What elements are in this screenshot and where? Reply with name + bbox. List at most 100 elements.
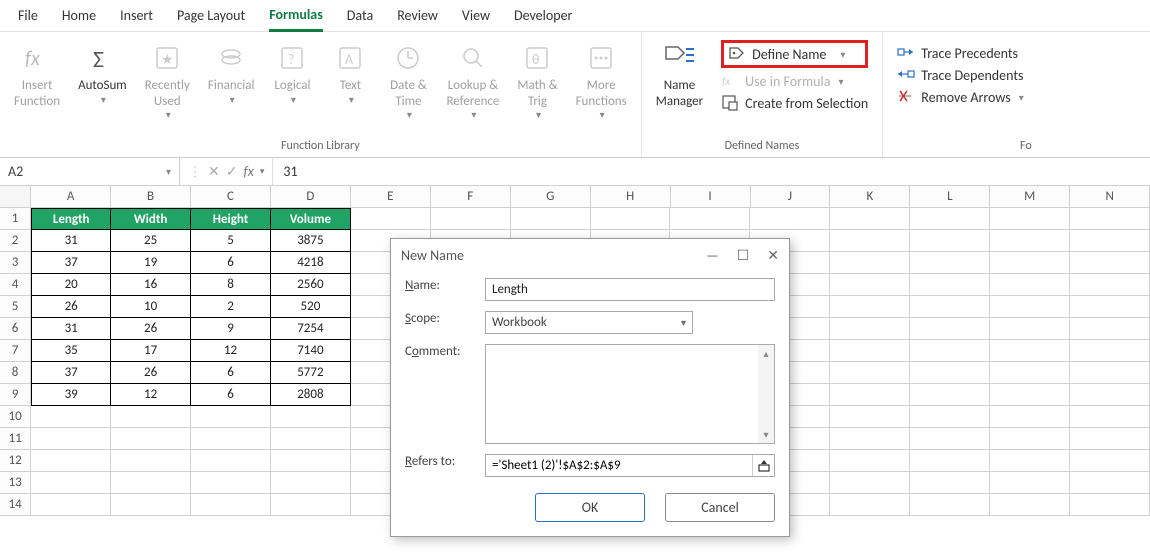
row-header[interactable]: 3 — [0, 252, 31, 274]
create-from-selection-button[interactable]: Create from Selection — [721, 94, 868, 112]
cell[interactable] — [1070, 252, 1150, 274]
cell[interactable] — [910, 296, 990, 318]
cell[interactable] — [830, 428, 910, 450]
cell[interactable]: 31 — [31, 318, 111, 340]
cell[interactable] — [271, 472, 351, 494]
row-header[interactable]: 2 — [0, 230, 31, 252]
cell[interactable] — [111, 494, 191, 516]
cell[interactable] — [990, 296, 1070, 318]
col-header[interactable]: H — [591, 186, 671, 208]
col-header[interactable]: A — [31, 186, 111, 208]
cell[interactable] — [271, 428, 351, 450]
tab-page-layout[interactable]: Page Layout — [177, 1, 245, 30]
cell[interactable] — [431, 208, 511, 230]
cell[interactable] — [830, 318, 910, 340]
autosum-button[interactable]: Σ AutoSum ▾ — [70, 36, 135, 110]
cell[interactable] — [271, 494, 351, 516]
col-header[interactable]: D — [271, 186, 351, 208]
cell[interactable] — [1070, 230, 1150, 252]
row-header[interactable]: 14 — [0, 494, 31, 516]
cell[interactable] — [910, 340, 990, 362]
cell[interactable]: 35 — [31, 340, 111, 362]
row-header[interactable]: 13 — [0, 472, 31, 494]
cell[interactable]: 39 — [31, 384, 111, 406]
date-time-button[interactable]: Date & Time▾ — [380, 36, 436, 125]
cell[interactable] — [191, 406, 271, 428]
cell[interactable]: 7254 — [271, 318, 351, 340]
cell[interactable] — [990, 472, 1070, 494]
cell[interactable]: 19 — [111, 252, 191, 274]
cell[interactable]: 5772 — [271, 362, 351, 384]
cell[interactable]: 2808 — [271, 384, 351, 406]
tab-home[interactable]: Home — [62, 1, 96, 30]
cell[interactable] — [670, 208, 750, 230]
cell[interactable] — [1070, 406, 1150, 428]
cell[interactable]: 5 — [191, 230, 271, 252]
row-header[interactable]: 11 — [0, 428, 31, 450]
cell[interactable]: Width — [111, 208, 191, 230]
cell[interactable] — [1070, 274, 1150, 296]
name-input[interactable] — [485, 278, 775, 301]
remove-arrows-button[interactable]: Remove Arrows ▾ — [897, 88, 1024, 106]
cell[interactable]: Height — [191, 208, 271, 230]
col-header[interactable]: E — [351, 186, 431, 208]
logical-button[interactable]: ? Logical▾ — [264, 36, 320, 110]
tab-insert[interactable]: Insert — [120, 1, 153, 30]
trace-dependents-button[interactable]: Trace Dependents — [897, 66, 1024, 84]
cell[interactable]: 6 — [191, 252, 271, 274]
cell[interactable] — [910, 384, 990, 406]
cell[interactable] — [271, 406, 351, 428]
cell[interactable] — [1070, 340, 1150, 362]
cell[interactable] — [910, 450, 990, 472]
cell[interactable] — [750, 208, 830, 230]
cell[interactable] — [1070, 362, 1150, 384]
chevron-down-icon[interactable]: ▾ — [166, 165, 171, 178]
recently-used-button[interactable]: ★ Recently Used▾ — [137, 36, 198, 125]
cell[interactable] — [31, 428, 111, 450]
cell[interactable] — [1070, 318, 1150, 340]
refers-to-input[interactable] — [486, 455, 752, 476]
financial-button[interactable]: Financial▾ — [200, 36, 263, 110]
cell[interactable] — [990, 428, 1070, 450]
cell[interactable] — [111, 450, 191, 472]
cell[interactable]: 8 — [191, 274, 271, 296]
cell[interactable] — [910, 362, 990, 384]
cell[interactable] — [910, 208, 990, 230]
cancel-button[interactable]: Cancel — [665, 493, 775, 522]
more-functions-button[interactable]: More Functions▾ — [568, 36, 635, 125]
define-name-button[interactable]: Define Name ▾ — [721, 40, 868, 68]
minimize-icon[interactable]: — — [706, 247, 719, 264]
scrollbar[interactable]: ▴▾ — [758, 345, 774, 443]
use-in-formula-button[interactable]: fx Use in Formula ▾ — [721, 72, 868, 90]
col-header[interactable]: K — [830, 186, 910, 208]
maximize-icon[interactable]: ☐ — [737, 247, 750, 264]
ok-button[interactable]: OK — [535, 493, 645, 522]
cell[interactable]: Length — [31, 208, 111, 230]
tab-data[interactable]: Data — [347, 1, 373, 30]
cell[interactable] — [191, 494, 271, 516]
cell[interactable] — [111, 406, 191, 428]
cell[interactable]: 10 — [111, 296, 191, 318]
cell[interactable] — [1070, 428, 1150, 450]
row-header[interactable]: 4 — [0, 274, 31, 296]
row-header[interactable]: 5 — [0, 296, 31, 318]
trace-precedents-button[interactable]: Trace Precedents — [897, 44, 1024, 62]
cell[interactable] — [111, 428, 191, 450]
cell[interactable] — [1070, 472, 1150, 494]
cell[interactable] — [990, 230, 1070, 252]
name-box[interactable]: A2 ▾ — [0, 158, 180, 185]
cell[interactable] — [830, 208, 910, 230]
cell[interactable] — [990, 494, 1070, 516]
cell[interactable]: 6 — [191, 362, 271, 384]
cell[interactable] — [351, 208, 431, 230]
cell[interactable]: 17 — [111, 340, 191, 362]
cell[interactable] — [910, 406, 990, 428]
cell[interactable]: 37 — [31, 252, 111, 274]
col-header[interactable]: L — [910, 186, 990, 208]
comment-textarea[interactable]: ▴▾ — [485, 344, 775, 444]
row-header[interactable]: 8 — [0, 362, 31, 384]
cell[interactable] — [591, 208, 671, 230]
cell[interactable]: 31 — [31, 230, 111, 252]
cell[interactable]: 2560 — [271, 274, 351, 296]
lookup-reference-button[interactable]: Lookup & Reference▾ — [438, 36, 507, 125]
